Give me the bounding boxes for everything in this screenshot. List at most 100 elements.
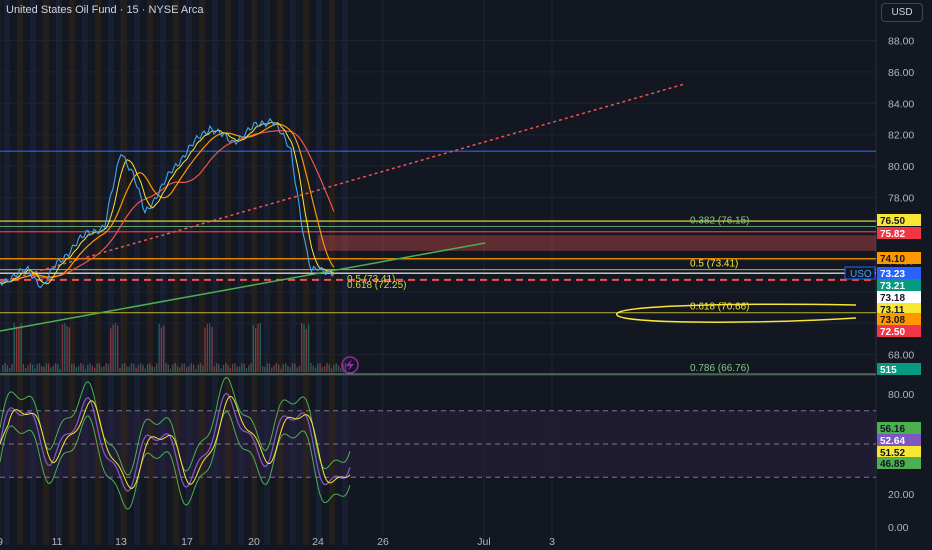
volume-bar [186, 367, 188, 372]
y-tick-label: 82.00 [888, 130, 914, 142]
volume-bar [335, 363, 337, 372]
volume-bar [337, 365, 340, 372]
volume-bar [6, 365, 8, 372]
osc-y-tick-label: 20.00 [888, 489, 914, 501]
volume-bar [266, 363, 268, 372]
volume-bar [172, 364, 174, 372]
volume-bar [333, 364, 335, 372]
price-label: 74.10 [880, 254, 905, 265]
volume-bar [11, 363, 13, 372]
volume-bar [229, 368, 232, 372]
volume-bar [140, 363, 142, 372]
volume-bar [160, 327, 163, 372]
volume-bar [80, 363, 82, 372]
volume-bar [158, 323, 160, 372]
volume-bar [206, 323, 209, 372]
volume-bar [18, 326, 20, 372]
volume-bar [96, 363, 98, 372]
symbol-title[interactable]: United States Oil Fund · 15 · NYSE Arca [6, 4, 203, 16]
session-stripe [43, 0, 49, 545]
volume-bar [137, 365, 140, 372]
volume-bar [257, 324, 259, 372]
session-stripe [160, 0, 166, 545]
volume-bar [340, 367, 342, 372]
y-tick-label: 86.00 [888, 67, 914, 79]
volume-bar [190, 363, 192, 372]
volume-bar [15, 326, 18, 372]
volume-bar [303, 324, 305, 372]
volume-bar [197, 364, 199, 372]
volume-bar [278, 364, 280, 372]
volume-bar [284, 363, 287, 372]
x-tick-label: 3 [549, 536, 555, 548]
volume-bar [75, 367, 77, 372]
volume-bar [301, 323, 303, 372]
volume-bar [296, 367, 298, 372]
volume-bar [29, 363, 31, 372]
volume-bar [211, 326, 213, 372]
volume-bar [227, 365, 229, 372]
volume-bar [117, 325, 119, 372]
volume-bar [275, 363, 278, 372]
volume-bar [222, 364, 225, 372]
x-tick-label: 26 [377, 536, 389, 548]
y-tick-label: 88.00 [888, 36, 914, 48]
volume-bar [252, 324, 255, 372]
osc-y-tick-label: 0.00 [888, 522, 909, 534]
price-label: 73.23 [880, 269, 905, 280]
volume-bar [57, 364, 59, 372]
volume-bar [289, 367, 291, 372]
currency-button[interactable]: USD [881, 3, 923, 22]
volume-bar [22, 363, 25, 372]
volume-bar [218, 364, 220, 372]
fib-label: 0.618 (70.66) [690, 302, 750, 313]
volume-bar [326, 363, 328, 372]
volume-bar [321, 366, 324, 372]
volume-bar [112, 324, 114, 372]
volume-bar [98, 363, 100, 372]
volume-bar [183, 363, 186, 372]
volume-bar [324, 366, 326, 372]
volume-bar [89, 363, 91, 372]
volume-bar [130, 363, 133, 372]
chart-canvas[interactable]: 0.382 (76.15) 0.5 (73.41) 0.618 (70.66) 0.7… [0, 0, 932, 550]
session-stripe [17, 0, 23, 545]
volume-bar [271, 367, 273, 372]
volume-bar [248, 365, 250, 372]
volume-bar [261, 366, 264, 372]
volume-bar [36, 364, 38, 372]
volume-bar [146, 364, 149, 372]
volume-bar [291, 363, 294, 372]
y-tick-label: 80.00 [888, 161, 914, 173]
volume-bar [268, 363, 271, 372]
volume-bar [68, 327, 71, 372]
volume-bar [2, 364, 4, 372]
volume-bar [165, 363, 167, 372]
volume-bar [236, 366, 238, 372]
volume-bar [135, 367, 137, 372]
volume-bar [27, 365, 29, 372]
volume-bar [209, 323, 211, 372]
volume-bar [38, 363, 41, 372]
session-stripe [290, 0, 296, 545]
fib-label: 0.786 (66.76) [690, 363, 750, 374]
volume-bar [163, 325, 165, 372]
volume-bar [149, 363, 151, 372]
volume-bar [20, 323, 22, 372]
session-stripe [212, 0, 218, 545]
session-stripe [147, 0, 153, 545]
volume-bar [48, 363, 50, 372]
price-label: 515 [880, 365, 897, 376]
volume-bar [156, 363, 158, 372]
volume-bar [215, 363, 218, 372]
volume-bar [128, 366, 130, 372]
session-stripe [225, 0, 231, 545]
volume-bar [264, 366, 266, 372]
volume-bar [179, 367, 181, 372]
volume-bar [273, 365, 275, 372]
volume-bar [243, 363, 245, 372]
session-stripe [121, 0, 127, 545]
symbol-tag: USO [850, 269, 872, 280]
volume-bar [294, 363, 296, 372]
volume-bar [82, 364, 84, 372]
